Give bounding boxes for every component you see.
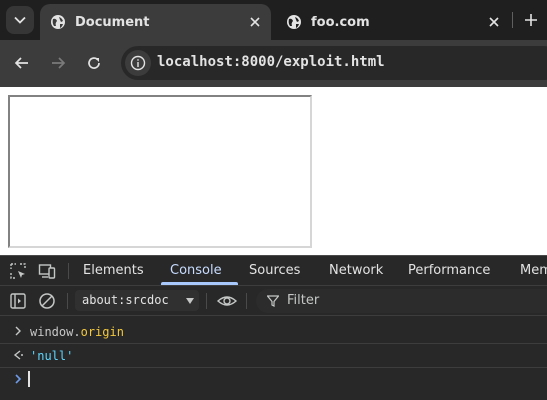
divider: [246, 293, 247, 309]
tab-search-button[interactable]: [6, 6, 34, 34]
devtools-panel: Elements Console Sources Network Perform…: [0, 255, 547, 400]
active-tab-indicator: [161, 282, 238, 285]
tab-divider: [512, 12, 513, 28]
expression-object: window: [30, 325, 74, 339]
inspect-element-icon[interactable]: [9, 262, 27, 280]
iframe-frame[interactable]: [8, 95, 312, 248]
reload-icon[interactable]: [84, 53, 104, 73]
console-result-line: 'null': [0, 344, 547, 368]
return-arrow-icon: [13, 350, 23, 360]
tab-strip: Document foo.com: [0, 0, 547, 40]
page-viewport: [0, 87, 547, 255]
clear-console-icon[interactable]: [38, 292, 56, 310]
site-info-button[interactable]: [125, 50, 151, 76]
console-result: 'null': [30, 349, 74, 363]
context-selector[interactable]: about:srcdoc: [75, 290, 199, 311]
tab-elements[interactable]: Elements: [83, 263, 144, 278]
tab-performance[interactable]: Performance: [408, 263, 490, 278]
tab-document[interactable]: Document: [40, 4, 271, 40]
text-cursor: [28, 371, 30, 387]
address-bar[interactable]: localhost:8000/exploit.html: [121, 46, 547, 80]
expression-property: origin: [80, 325, 124, 339]
console-toolbar: about:srcdoc Filter: [0, 286, 547, 316]
filter-input[interactable]: Filter: [256, 289, 547, 313]
plus-icon[interactable]: [521, 10, 541, 30]
filter-icon: [267, 295, 279, 307]
expression-dot: .: [73, 325, 81, 339]
chevron-down-icon: [14, 16, 26, 24]
console-output: window.origin 'null': [0, 317, 547, 400]
tab-console[interactable]: Console: [170, 263, 222, 278]
forward-arrow-icon[interactable]: [48, 53, 68, 73]
console-prompt[interactable]: [0, 368, 547, 392]
prompt-chevron-icon: [15, 374, 22, 384]
url-text: localhost:8000/exploit.html: [157, 54, 385, 70]
info-icon: [130, 55, 146, 71]
globe-icon: [51, 15, 65, 29]
browser-toolbar: localhost:8000/exploit.html: [0, 40, 547, 87]
devtools-tab-bar: Elements Console Sources Network Perform…: [0, 256, 547, 286]
sidebar-toggle-icon[interactable]: [9, 292, 27, 310]
caret-down-icon: [186, 298, 194, 304]
back-arrow-icon[interactable]: [12, 53, 32, 73]
divider: [206, 293, 207, 309]
divider: [67, 293, 68, 309]
tab-memory[interactable]: Memo: [520, 263, 547, 278]
divider: [68, 263, 69, 279]
globe-icon: [287, 15, 301, 29]
context-label: about:srcdoc: [82, 293, 169, 307]
console-input-line: window.origin: [0, 320, 547, 344]
close-icon[interactable]: [486, 14, 502, 30]
console-command: window.origin: [30, 325, 124, 339]
tab-title: Document: [75, 14, 150, 30]
tab-sources[interactable]: Sources: [249, 263, 300, 278]
close-icon[interactable]: [247, 14, 263, 30]
tab-foo[interactable]: foo.com: [276, 4, 510, 40]
tab-title: foo.com: [311, 14, 370, 30]
tab-network[interactable]: Network: [329, 263, 383, 278]
eye-icon[interactable]: [216, 292, 238, 310]
device-toolbar-icon[interactable]: [38, 262, 56, 280]
chevron-right-icon: [15, 326, 21, 336]
filter-placeholder: Filter: [287, 293, 320, 308]
